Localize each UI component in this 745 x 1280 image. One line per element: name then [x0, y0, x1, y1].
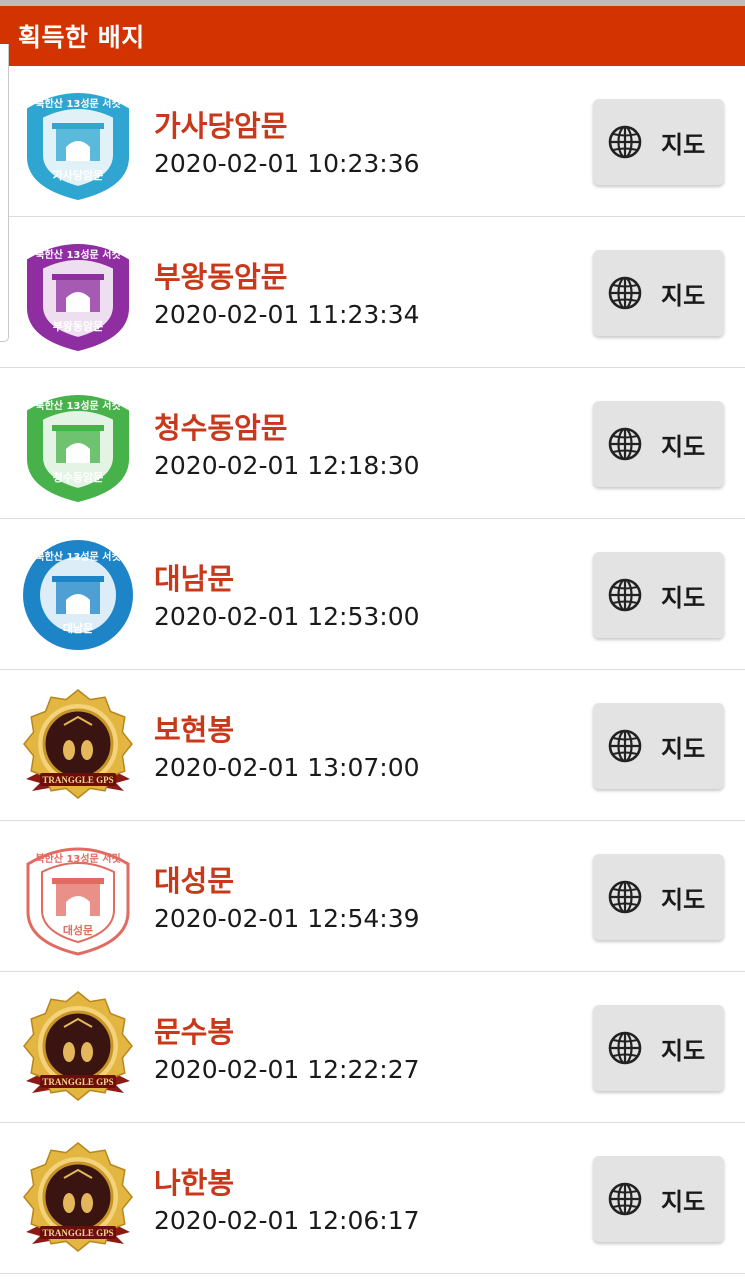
gold-medal-badge-image: TRANGGLE GPS	[20, 1140, 136, 1258]
badge-name: 나한봉	[154, 1166, 235, 1200]
svg-text:북한산 13성문 서킷: 북한산 13성문 서킷	[35, 399, 120, 412]
map-button[interactable]: 지도	[593, 552, 724, 638]
fortress-gate-stamp-image: 북한산 13성문 서킷청수동암문	[20, 385, 136, 503]
badge-name: 대남문	[154, 562, 235, 596]
badge-acquired-time: 2020-02-01 12:18:30	[154, 451, 420, 480]
badge-acquired-time: 2020-02-01 12:54:39	[154, 904, 420, 933]
svg-text:북한산 13성문 서킷: 북한산 13성문 서킷	[35, 550, 120, 563]
map-button[interactable]: 지도	[593, 250, 724, 336]
badge-acquired-time: 2020-02-01 10:23:36	[154, 149, 420, 178]
globe-icon	[608, 125, 642, 159]
map-button-label: 지도	[661, 432, 706, 461]
side-drawer-handle[interactable]	[0, 44, 9, 342]
map-button-label: 지도	[661, 583, 706, 612]
map-button[interactable]: 지도	[593, 1005, 724, 1091]
fortress-gate-stamp-image: 북한산 13성문 서킷부왕동암문	[20, 234, 136, 352]
svg-text:북한산 13성문 서킷: 북한산 13성문 서킷	[35, 248, 120, 261]
map-button-label: 지도	[661, 1187, 706, 1216]
badge-acquired-time: 2020-02-01 13:07:00	[154, 753, 420, 782]
globe-icon	[608, 880, 642, 914]
badge-row[interactable]: 북한산 13성문 서킷 대성문 대성문 2020-02-01 12:54:39 지도	[0, 821, 745, 972]
fortress-gate-stamp-image: 북한산 13성문 서킷대성문	[20, 838, 136, 956]
map-button-label: 지도	[661, 734, 706, 763]
svg-text:부왕동암문: 부왕동암문	[53, 319, 104, 333]
map-button[interactable]: 지도	[593, 401, 724, 487]
globe-icon	[608, 1182, 642, 1216]
badge-row[interactable]: 북한산 13성문 서킷 청수동암문 청수동암문 2020-02-01 12:18:30…	[0, 368, 745, 519]
badge-row[interactable]: TRANGGLE GPS 나한봉 2020-02-01 12:06:17 지도	[0, 1123, 745, 1274]
globe-icon	[608, 729, 642, 763]
svg-text:청수동암문: 청수동암문	[53, 470, 104, 484]
fortress-gate-stamp-image: 북한산 13성문 서킷대남문	[20, 536, 136, 654]
fortress-gate-stamp-image: 북한산 13성문 서킷가사당암문	[20, 83, 136, 201]
badge-row[interactable]: TRANGGLE GPS 문수봉 2020-02-01 12:22:27 지도	[0, 972, 745, 1123]
badge-name: 문수봉	[154, 1015, 235, 1049]
badge-list: 북한산 13성문 서킷 가사당암문 가사당암문 2020-02-01 10:23:36…	[0, 66, 745, 1274]
badge-name: 대성문	[154, 864, 235, 898]
gold-medal-badge-image: TRANGGLE GPS	[20, 687, 136, 805]
badge-name: 가사당암문	[154, 109, 288, 143]
svg-text:북한산 13성문 서킷: 북한산 13성문 서킷	[35, 852, 120, 865]
badge-row[interactable]: 북한산 13성문 서킷 부왕동암문 부왕동암문 2020-02-01 11:23:34…	[0, 217, 745, 368]
badge-row[interactable]: 북한산 13성문 서킷 대남문 대남문 2020-02-01 12:53:00 지도	[0, 519, 745, 670]
map-button[interactable]: 지도	[593, 703, 724, 789]
svg-text:가사당암문: 가사당암문	[53, 168, 104, 182]
map-button[interactable]: 지도	[593, 1156, 724, 1242]
badge-acquired-time: 2020-02-01 12:22:27	[154, 1055, 420, 1084]
map-button-label: 지도	[661, 885, 706, 914]
svg-text:북한산 13성문 서킷: 북한산 13성문 서킷	[35, 97, 120, 110]
svg-text:대성문: 대성문	[63, 923, 93, 937]
badge-row[interactable]: TRANGGLE GPS 보현봉 2020-02-01 13:07:00 지도	[0, 670, 745, 821]
svg-text:TRANGGLE GPS: TRANGGLE GPS	[42, 1077, 113, 1087]
svg-text:TRANGGLE GPS: TRANGGLE GPS	[42, 1228, 113, 1238]
badge-acquired-time: 2020-02-01 12:53:00	[154, 602, 420, 631]
map-button[interactable]: 지도	[593, 854, 724, 940]
page-title: 획득한 배지	[18, 23, 145, 52]
map-button-label: 지도	[661, 130, 706, 159]
globe-icon	[608, 1031, 642, 1065]
badge-name: 청수동암문	[154, 411, 288, 445]
badge-row[interactable]: 북한산 13성문 서킷 가사당암문 가사당암문 2020-02-01 10:23:36…	[0, 66, 745, 217]
map-button[interactable]: 지도	[593, 99, 724, 185]
badge-acquired-time: 2020-02-01 12:06:17	[154, 1206, 420, 1235]
badge-name: 부왕동암문	[154, 260, 288, 294]
svg-text:대남문: 대남문	[63, 621, 93, 635]
globe-icon	[608, 427, 642, 461]
map-button-label: 지도	[661, 1036, 706, 1065]
gold-medal-badge-image: TRANGGLE GPS	[20, 989, 136, 1107]
globe-icon	[608, 276, 642, 310]
badge-name: 보현봉	[154, 713, 235, 747]
svg-text:TRANGGLE GPS: TRANGGLE GPS	[42, 775, 113, 785]
map-button-label: 지도	[661, 281, 706, 310]
globe-icon	[608, 578, 642, 612]
app-header: 획득한 배지	[0, 6, 745, 66]
badge-acquired-time: 2020-02-01 11:23:34	[154, 300, 420, 329]
